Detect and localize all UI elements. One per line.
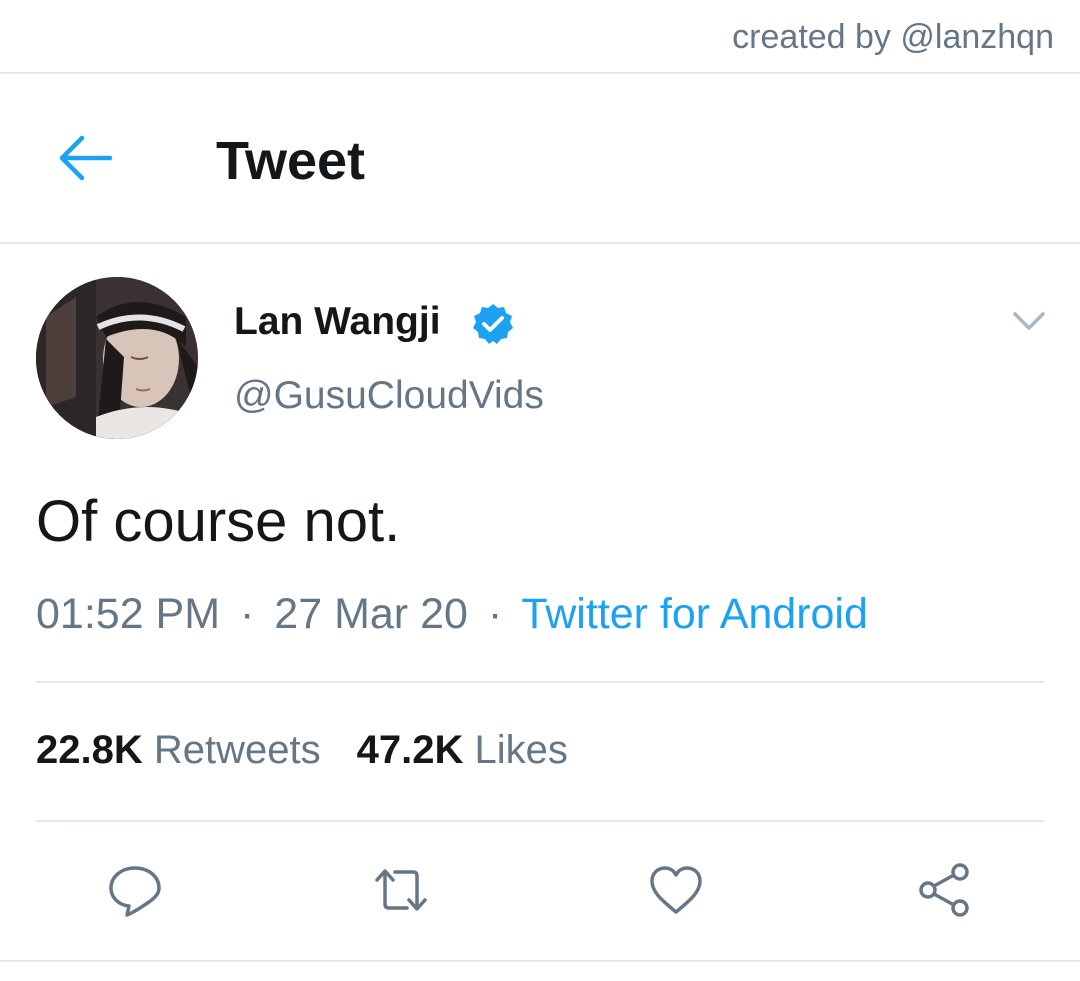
reply-button[interactable] <box>105 860 165 920</box>
tweet-date: 27 Mar 20 <box>274 590 468 638</box>
likes-stat[interactable]: 47.2K Likes <box>357 728 568 772</box>
divider <box>36 820 1044 822</box>
meta-separator: · <box>487 590 503 638</box>
divider <box>36 681 1044 683</box>
share-button[interactable] <box>914 860 974 920</box>
tweet-text: Of course not. <box>36 489 401 554</box>
avatar-image <box>36 277 198 439</box>
back-button[interactable] <box>56 132 114 184</box>
retweets-stat[interactable]: 22.8K Retweets <box>36 728 321 772</box>
page-title: Tweet <box>216 131 366 191</box>
heart-icon <box>650 866 702 914</box>
tweet-time: 01:52 PM <box>36 590 221 638</box>
retweets-count: 22.8K <box>36 728 143 772</box>
retweet-button[interactable] <box>371 860 431 920</box>
user-handle[interactable]: @GusuCloudVids <box>234 374 544 418</box>
header: Tweet <box>0 74 1080 244</box>
verified-badge-icon <box>473 304 513 344</box>
divider <box>0 960 1080 962</box>
meta-separator: · <box>240 590 255 638</box>
retweet-icon <box>375 869 427 911</box>
user-name[interactable]: Lan Wangji <box>234 300 441 344</box>
chevron-down-icon[interactable] <box>1012 306 1046 336</box>
credit-bar: created by @lanzhqn <box>0 0 1080 74</box>
tweet-source-link[interactable]: Twitter for Android <box>521 590 868 638</box>
tweet-meta: 01:52 PM · 27 Mar 20 · Twitter for Andro… <box>36 590 868 639</box>
share-icon <box>919 863 969 917</box>
tweet-stats: 22.8K Retweets 47.2K Likes <box>36 728 568 773</box>
retweets-label: Retweets <box>153 728 321 772</box>
like-button[interactable] <box>646 860 706 920</box>
credit-text: created by @lanzhqn <box>732 18 1054 56</box>
speech-bubble-icon <box>109 866 161 917</box>
likes-count: 47.2K <box>356 728 464 772</box>
arrow-left-icon <box>59 135 113 181</box>
likes-label: Likes <box>474 728 568 772</box>
avatar[interactable] <box>36 277 198 439</box>
